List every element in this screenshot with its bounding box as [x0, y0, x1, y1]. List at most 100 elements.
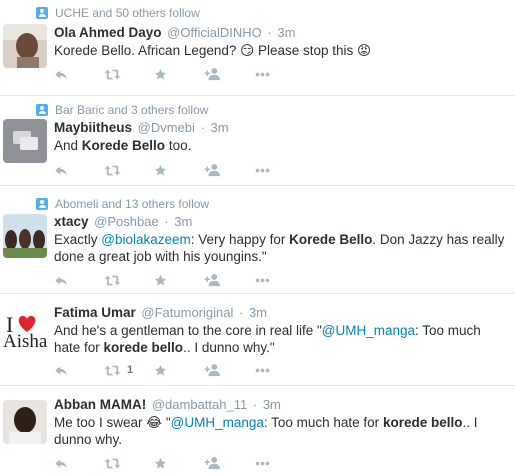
- star-icon: [154, 274, 167, 287]
- retweet-button[interactable]: [104, 455, 154, 471]
- timestamp[interactable]: 3m: [249, 305, 267, 320]
- tweet-actions: [54, 455, 304, 471]
- favorite-button[interactable]: [154, 272, 204, 288]
- reply-button[interactable]: [54, 455, 104, 471]
- tweet-text: And he's a gentleman to the core in real…: [54, 323, 481, 355]
- smirk-emoji: 😏: [240, 43, 255, 58]
- reply-icon: [54, 364, 68, 377]
- reply-icon: [54, 457, 68, 470]
- more-icon: [254, 168, 271, 173]
- favorite-button[interactable]: [154, 362, 204, 378]
- mention-link[interactable]: @UMH_manga: [322, 323, 415, 338]
- author-name[interactable]: Maybiitheus: [54, 120, 132, 135]
- reply-icon: [54, 164, 68, 177]
- avatar[interactable]: [3, 119, 47, 163]
- follow-button[interactable]: [204, 66, 254, 82]
- retweet-icon: [104, 364, 121, 377]
- more-button[interactable]: [254, 162, 304, 178]
- tweet-header: Ola Ahmed Dayo @OfficialDINHO · 3m: [54, 25, 296, 40]
- author-username[interactable]: @Fatumoriginal: [141, 305, 233, 320]
- tweet-header: Maybiitheus @Dvmebi · 3m: [54, 120, 229, 135]
- follow-button[interactable]: [204, 455, 254, 471]
- author-username[interactable]: @Dvmebi: [138, 120, 195, 135]
- tweet-actions: [54, 272, 304, 288]
- favorite-button[interactable]: [154, 455, 204, 471]
- author-name[interactable]: Abban MAMA!: [54, 397, 146, 412]
- follow-icon: [204, 67, 221, 81]
- retweet-button[interactable]: [104, 66, 154, 82]
- tweet-header: Fatima Umar @Fatumoriginal · 3m: [54, 305, 268, 320]
- person-icon: [36, 198, 48, 210]
- mention-link[interactable]: @biolakazeem: [101, 232, 191, 247]
- retweet-button[interactable]: [104, 162, 154, 178]
- follow-icon: [204, 363, 221, 377]
- retweet-icon: [104, 68, 121, 81]
- tweet-actions: [54, 66, 304, 82]
- avatar[interactable]: [3, 214, 47, 258]
- tweet-text: Exactly @biolakazeem: Very happy for Kor…: [54, 232, 505, 264]
- follow-context: UCHE and 50 others follow: [36, 6, 200, 20]
- retweet-button[interactable]: [104, 272, 154, 288]
- reply-button[interactable]: [54, 162, 104, 178]
- author-username[interactable]: @dambattah_11: [152, 397, 247, 412]
- follow-icon: [204, 273, 221, 287]
- mention-link[interactable]: @UMH_manga: [171, 415, 264, 430]
- person-icon: [36, 7, 48, 19]
- author-name[interactable]: Ola Ahmed Dayo: [54, 25, 162, 40]
- more-icon: [254, 461, 271, 466]
- retweet-icon: [104, 164, 121, 177]
- tweet-actions: [54, 162, 304, 178]
- more-button[interactable]: [254, 362, 304, 378]
- avatar[interactable]: [3, 24, 47, 68]
- tweet-actions: 1: [54, 362, 304, 378]
- reply-icon: [54, 274, 68, 287]
- retweet-button[interactable]: 1: [104, 362, 154, 378]
- avatar[interactable]: [3, 400, 47, 444]
- follow-button[interactable]: [204, 272, 254, 288]
- tweet-header: xtacy @Poshbae · 3m: [54, 214, 193, 229]
- star-icon: [154, 164, 167, 177]
- author-name[interactable]: Fatima Umar: [54, 305, 136, 320]
- retweet-icon: [104, 274, 121, 287]
- favorite-button[interactable]: [154, 162, 204, 178]
- more-button[interactable]: [254, 66, 304, 82]
- tweet-header: Abban MAMA! @dambattah_11 · 3m: [54, 397, 281, 412]
- more-icon: [254, 368, 271, 373]
- author-name[interactable]: xtacy: [54, 214, 89, 229]
- person-icon: [36, 104, 48, 116]
- star-icon: [154, 457, 167, 470]
- favorite-button[interactable]: [154, 66, 204, 82]
- retweet-count: 1: [127, 364, 134, 376]
- retweet-icon: [104, 457, 121, 470]
- follow-context: Abomeli and 13 others follow: [36, 197, 209, 211]
- timestamp[interactable]: 3m: [277, 25, 295, 40]
- reply-button[interactable]: [54, 66, 104, 82]
- timestamp[interactable]: 3m: [211, 120, 229, 135]
- author-username[interactable]: @Poshbae: [94, 214, 159, 229]
- star-icon: [154, 68, 167, 81]
- tweet[interactable]: I Aisha Fatima Umar @Fatumoriginal · 3m …: [0, 294, 515, 386]
- reply-icon: [54, 68, 68, 81]
- more-icon: [254, 278, 271, 283]
- tweet[interactable]: Abban MAMA! @dambattah_11 · 3m Me too I …: [0, 386, 515, 476]
- tweet-text: Me too I swear 😂 "@UMH_manga: Too much h…: [54, 415, 478, 447]
- avatar-caption: Aisha: [3, 331, 48, 352]
- reply-button[interactable]: [54, 272, 104, 288]
- angry-emoji: 😡: [357, 43, 372, 58]
- follow-context: Bar Baric and 3 others follow: [36, 103, 208, 117]
- timestamp[interactable]: 3m: [174, 214, 192, 229]
- follow-icon: [204, 456, 221, 470]
- more-button[interactable]: [254, 272, 304, 288]
- follow-button[interactable]: [204, 162, 254, 178]
- tweet[interactable]: Bar Baric and 3 others follow Maybiitheu…: [0, 96, 515, 186]
- more-icon: [254, 72, 271, 77]
- more-button[interactable]: [254, 455, 304, 471]
- author-username[interactable]: @OfficialDINHO: [167, 25, 262, 40]
- avatar[interactable]: I Aisha: [3, 306, 49, 352]
- tweet[interactable]: Abomeli and 13 others follow xtacy @Posh…: [0, 186, 515, 294]
- follow-button[interactable]: [204, 362, 254, 378]
- reply-button[interactable]: [54, 362, 104, 378]
- tweet-text: And Korede Bello too.: [54, 138, 192, 153]
- tweet[interactable]: UCHE and 50 others follow Ola Ahmed Dayo…: [0, 0, 515, 96]
- timestamp[interactable]: 3m: [263, 397, 281, 412]
